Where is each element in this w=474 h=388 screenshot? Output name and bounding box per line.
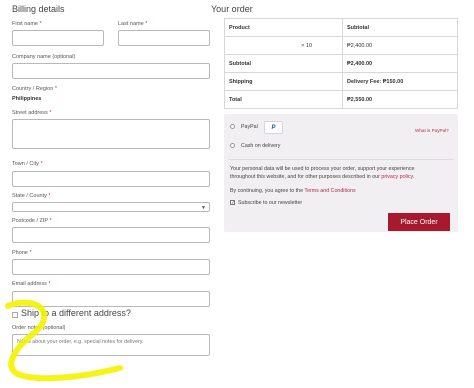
first-name-label: First name * (12, 21, 42, 27)
paypal-logo-text: P (271, 124, 276, 131)
postcode-label: Postcode / ZIP * (12, 218, 52, 224)
country-label: Country / Region * (12, 86, 57, 92)
table-row: Subtotal ₱2,400.00 (224, 54, 458, 73)
table-row: Total ₱2,550.00 (224, 90, 458, 109)
total-value: ₱2,550.00 (342, 90, 458, 109)
street-input[interactable] (12, 119, 210, 149)
town-label: Town / City * (12, 161, 43, 167)
email-label: Email address * (12, 281, 51, 287)
phone-label: Phone * (12, 250, 32, 256)
street-label: Street address * (12, 110, 52, 116)
terms-link[interactable]: Terms and Conditions (304, 188, 355, 194)
paypal-radio[interactable] (230, 124, 235, 129)
total-label: Total (224, 90, 343, 109)
paypal-label[interactable]: PayPal (241, 124, 258, 130)
subtotal-label: Subtotal (224, 54, 343, 73)
product-qty: × 10 (301, 42, 312, 49)
shipping-label: Shipping (224, 72, 343, 91)
state-select[interactable]: ▼ (12, 202, 210, 212)
chevron-down-icon: ▼ (201, 205, 206, 211)
what-is-paypal-link[interactable]: What is PayPal? (415, 128, 449, 133)
place-order-button[interactable]: Place Order (388, 213, 450, 231)
privacy-policy-link[interactable]: privacy policy. (381, 174, 414, 180)
newsletter-checkbox[interactable]: ✓ (230, 200, 235, 205)
product-subtotal: ₱2,400.00 (342, 36, 458, 55)
product-cell: × 10 (224, 36, 343, 55)
order-title: Your order (211, 4, 253, 14)
state-label: State / County * (12, 193, 51, 199)
postcode-input[interactable] (12, 227, 210, 243)
company-input[interactable] (12, 63, 210, 79)
first-name-input[interactable] (12, 30, 104, 46)
table-row: × 10 ₱2,400.00 (224, 36, 458, 55)
cod-radio[interactable] (230, 143, 235, 148)
paypal-logo: P (264, 121, 283, 134)
last-name-label: Last name * (118, 21, 148, 27)
subtotal-value: ₱2,400.00 (342, 54, 458, 73)
highlighter-annotation (5, 299, 123, 382)
shipping-value: Delivery Fee: ₱150.00 (342, 72, 458, 91)
cod-label[interactable]: Cash on delivery (241, 143, 280, 149)
order-table: Product Subtotal × 10 ₱2,400.00 Subtotal… (224, 18, 458, 109)
privacy-text-line-2: throughout this website, and for other p… (230, 174, 415, 180)
company-label: Company name (optional) (12, 54, 76, 60)
subtotal-header: Subtotal (342, 18, 458, 37)
last-name-input[interactable] (118, 30, 210, 46)
table-row: Product Subtotal (224, 18, 458, 37)
phone-input[interactable] (12, 259, 210, 275)
newsletter-label[interactable]: Subscribe to our newsletter (238, 200, 302, 206)
table-row: Shipping Delivery Fee: ₱150.00 (224, 72, 458, 91)
product-header: Product (224, 18, 343, 37)
country-value: Philippines (12, 96, 42, 102)
billing-title: Billing details (12, 4, 65, 14)
terms-text: By continuing, you agree to the Terms an… (230, 188, 356, 194)
town-input[interactable] (12, 171, 210, 187)
payment-divider (228, 159, 454, 160)
privacy-text-line-1: Your personal data will be used to proce… (230, 166, 415, 172)
